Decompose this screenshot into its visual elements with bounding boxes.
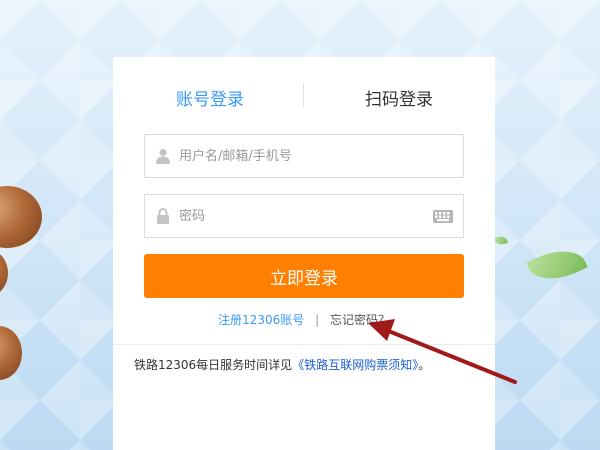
ticket-notice-link[interactable]: 《铁路互联网购票须知》 (292, 358, 418, 372)
password-input[interactable] (179, 195, 429, 237)
notice-end: 。 (418, 358, 431, 372)
password-field (144, 194, 464, 238)
footer-divider (113, 344, 495, 345)
link-separator: | (315, 313, 320, 327)
notice-text: 铁路12306每日服务时间详见 (134, 358, 293, 372)
keyboard-icon[interactable] (433, 210, 453, 223)
login-panel: 账号登录 扫码登录 立即登录 注册12306账号 (113, 57, 495, 450)
account-links: 注册12306账号 | 忘记密码？ (113, 311, 495, 328)
user-icon (156, 149, 170, 164)
lock-icon (157, 208, 169, 224)
forgot-password-link[interactable]: 忘记密码？ (330, 313, 390, 327)
tab-qr-login[interactable]: 扫码登录 (365, 85, 433, 110)
username-input[interactable] (179, 135, 429, 177)
service-notice: 铁路12306每日服务时间详见《铁路互联网购票须知》。 (134, 356, 430, 373)
username-field (144, 134, 464, 178)
register-link[interactable]: 注册12306账号 (218, 313, 304, 327)
tab-divider (303, 83, 304, 107)
tab-account-login[interactable]: 账号登录 (176, 85, 244, 110)
login-tabs: 账号登录 扫码登录 (113, 57, 495, 133)
login-button[interactable]: 立即登录 (144, 254, 464, 298)
